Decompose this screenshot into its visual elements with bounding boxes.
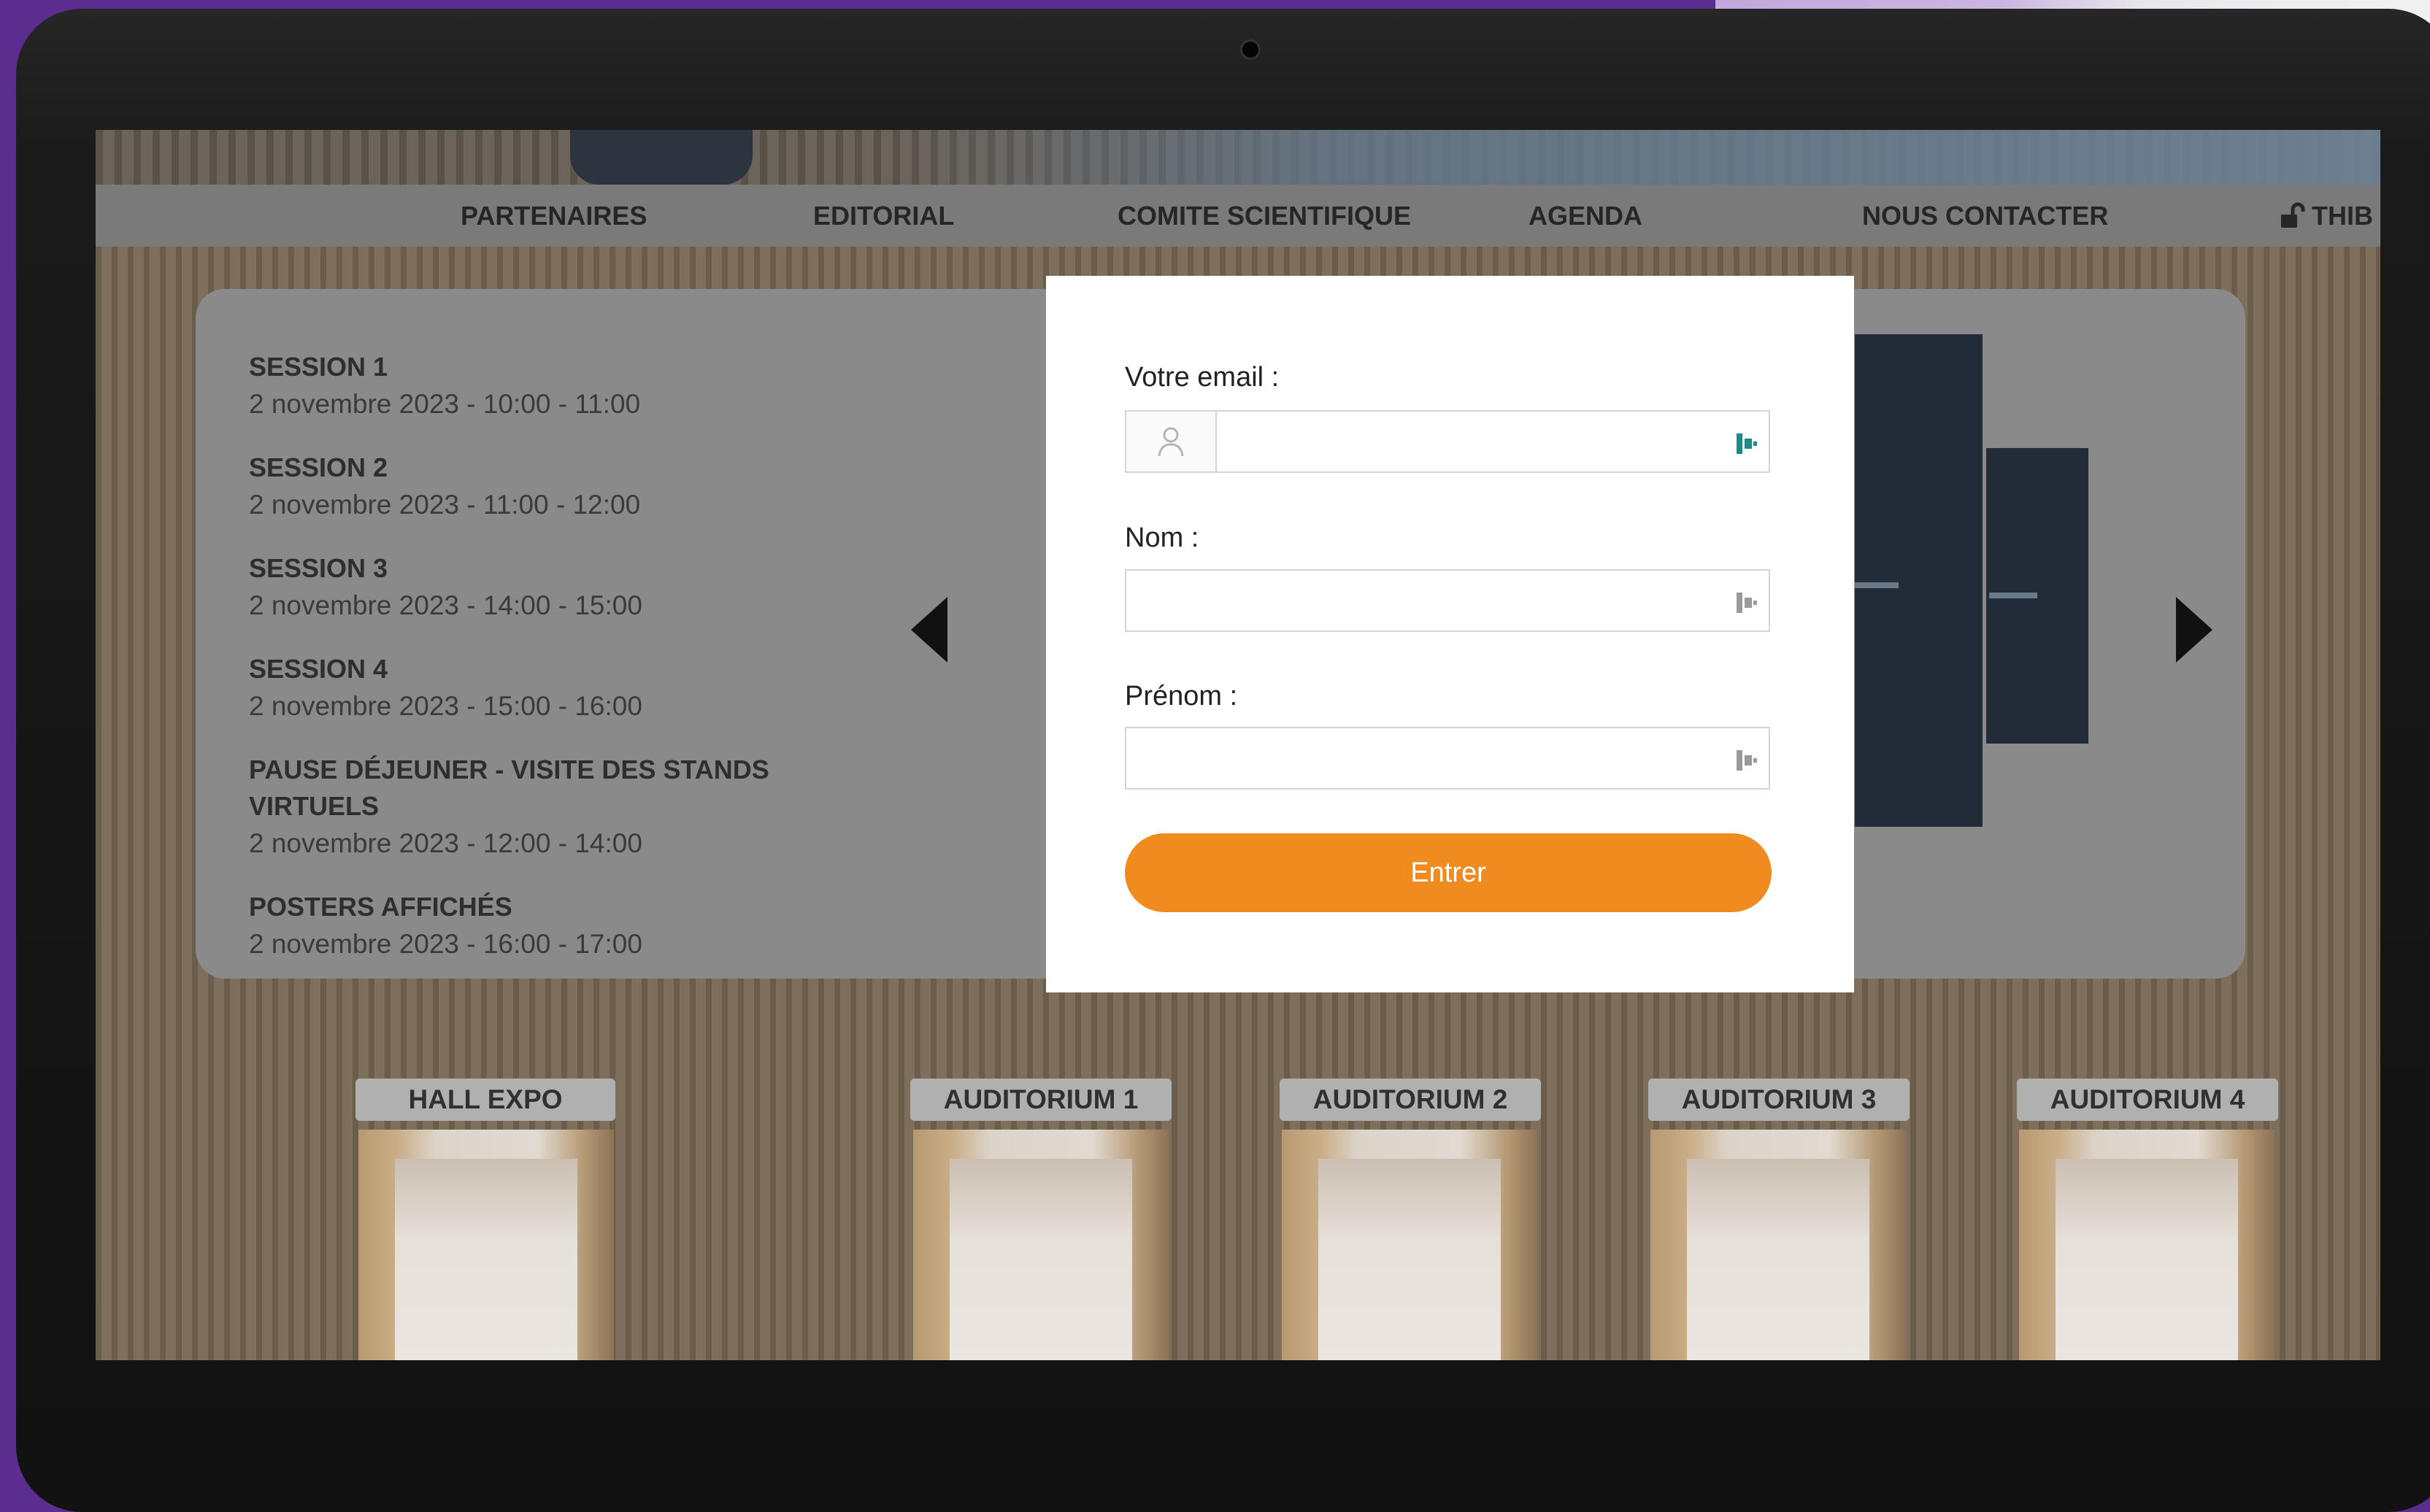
session-time: 2 novembre 2023 - 11:00 - 12:00 — [249, 490, 641, 520]
agenda-item[interactable]: SESSION 2 2 novembre 2023 - 11:00 - 12:0… — [249, 450, 906, 524]
door-opening — [950, 1159, 1132, 1360]
email-input[interactable] — [1229, 412, 1713, 473]
session-time: 2 novembre 2023 - 14:00 - 15:00 — [249, 590, 642, 620]
nav-item-editorial[interactable]: EDITORIAL — [813, 185, 954, 247]
autofill-icon[interactable] — [1732, 429, 1761, 458]
session-title: SESSION 4 — [249, 654, 388, 684]
nav-item-comite-scientifique[interactable]: COMITE SCIENTIFIQUE — [1118, 185, 1411, 247]
room-door-auditorium-1[interactable] — [913, 1130, 1169, 1360]
nav-item-partenaires[interactable]: PARTENAIRES — [461, 185, 647, 247]
session-title: SESSION 3 — [249, 553, 388, 583]
enter-button[interactable]: Entrer — [1125, 833, 1772, 912]
email-addon — [1126, 412, 1217, 471]
poster-handle — [1855, 582, 1899, 588]
room-label-auditorium-2[interactable]: AUDITORIUM 2 — [1280, 1079, 1541, 1121]
room-door-auditorium-3[interactable] — [1650, 1130, 1906, 1360]
door-opening — [1687, 1159, 1869, 1360]
nav-item-agenda[interactable]: AGENDA — [1529, 185, 1642, 247]
email-field[interactable] — [1125, 410, 1770, 473]
session-time: 2 novembre 2023 - 15:00 - 16:00 — [249, 691, 642, 721]
agenda-item[interactable]: SESSION 1 2 novembre 2023 - 10:00 - 11:0… — [249, 349, 906, 423]
user-name: THIB — [2312, 201, 2373, 231]
room-door-hall-expo[interactable] — [358, 1130, 614, 1360]
room-label-hall-expo[interactable]: HALL EXPO — [355, 1079, 615, 1121]
unlock-icon — [2281, 202, 2305, 228]
header-banner — [96, 130, 2380, 185]
session-title: SESSION 2 — [249, 452, 388, 482]
poster-handle — [1989, 593, 2037, 598]
agenda-item[interactable]: SESSION 3 2 novembre 2023 - 14:00 - 15:0… — [249, 550, 906, 625]
banner-figure — [570, 130, 753, 185]
door-opening — [395, 1159, 577, 1360]
prenom-label: Prénom : — [1125, 681, 1238, 711]
agenda-item[interactable]: SESSION 4 2 novembre 2023 - 15:00 - 16:0… — [249, 651, 906, 725]
autofill-icon[interactable] — [1732, 588, 1761, 617]
arrow-left-icon[interactable] — [911, 597, 947, 663]
nom-input[interactable] — [1138, 571, 1732, 632]
user-menu[interactable]: THIB — [2278, 185, 2373, 247]
session-time: 2 novembre 2023 - 10:00 - 11:00 — [249, 389, 641, 419]
room-door-auditorium-2[interactable] — [1282, 1130, 1537, 1360]
prenom-input[interactable] — [1138, 728, 1732, 790]
poster-large — [1855, 334, 1983, 827]
prenom-field[interactable] — [1125, 727, 1770, 790]
nom-label: Nom : — [1125, 522, 1199, 553]
arrow-right-icon[interactable] — [2176, 597, 2212, 663]
agenda-item[interactable]: PAUSE DÉJEUNER - VISITE DES STANDS VIRTU… — [249, 752, 906, 863]
room-label-auditorium-4[interactable]: AUDITORIUM 4 — [2017, 1079, 2278, 1121]
autofill-icon[interactable] — [1732, 746, 1761, 775]
top-navigation: PARTENAIRES EDITORIAL COMITE SCIENTIFIQU… — [96, 185, 2380, 247]
agenda-list: SESSION 1 2 novembre 2023 - 10:00 - 11:0… — [249, 349, 906, 969]
room-label-auditorium-3[interactable]: AUDITORIUM 3 — [1648, 1079, 1910, 1121]
email-label: Votre email : — [1125, 362, 1280, 393]
session-title: SESSION 1 — [249, 352, 388, 382]
nom-field[interactable] — [1125, 569, 1770, 632]
nav-item-nous-contacter[interactable]: NOUS CONTACTER — [1862, 185, 2108, 247]
session-time: 2 novembre 2023 - 16:00 - 17:00 — [249, 929, 642, 959]
room-label-auditorium-1[interactable]: AUDITORIUM 1 — [910, 1079, 1172, 1121]
session-time: 2 novembre 2023 - 12:00 - 14:00 — [249, 828, 642, 858]
door-opening — [2056, 1159, 2238, 1360]
door-opening — [1318, 1159, 1501, 1360]
login-modal: Votre email : Nom : Prénom : Entrer — [1046, 276, 1854, 992]
session-title: PAUSE DÉJEUNER - VISITE DES STANDS VIRTU… — [249, 755, 769, 821]
room-door-auditorium-4[interactable] — [2019, 1130, 2275, 1360]
user-icon — [1158, 427, 1184, 457]
banner-sky — [899, 130, 2380, 185]
session-title: POSTERS AFFICHÉS — [249, 892, 512, 922]
camera-icon — [1240, 39, 1261, 60]
agenda-item[interactable]: POSTERS AFFICHÉS 2 novembre 2023 - 16:00… — [249, 889, 906, 963]
